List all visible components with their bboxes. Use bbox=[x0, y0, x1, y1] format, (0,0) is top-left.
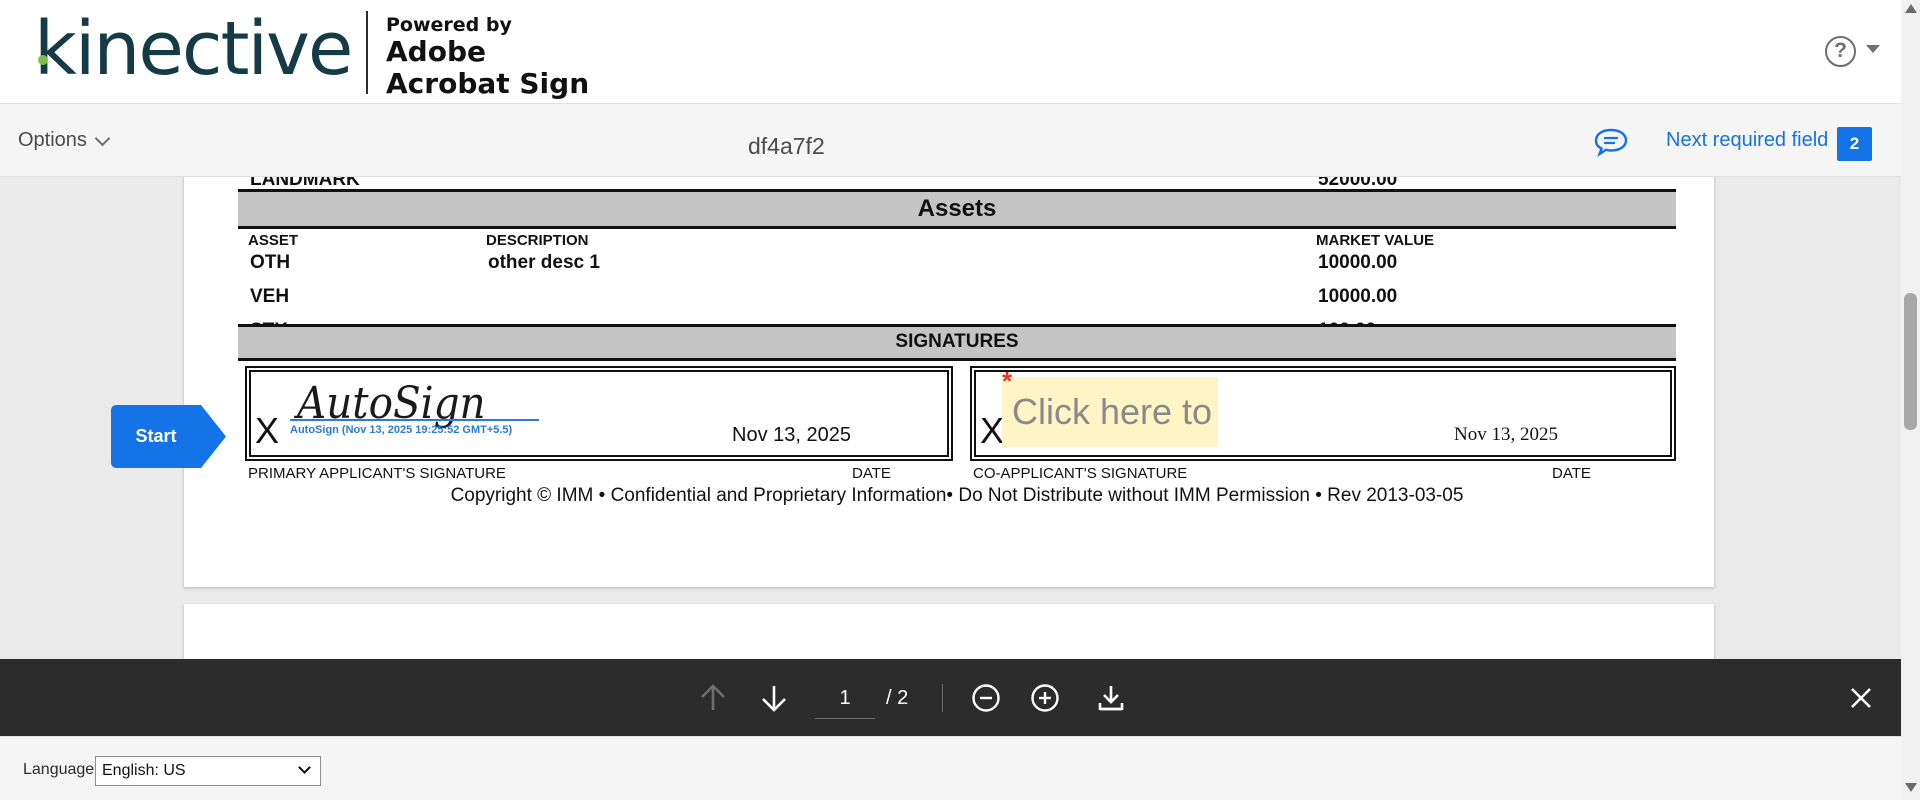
signature-x-mark: X bbox=[255, 410, 280, 451]
download-icon[interactable] bbox=[1096, 683, 1126, 713]
description-cell: other desc 1 bbox=[488, 252, 600, 273]
liability-row-cutoff: LANDMARK 52000.00 bbox=[238, 177, 1676, 185]
scroll-up-arrow-icon[interactable] bbox=[1905, 4, 1917, 13]
logo-dot bbox=[38, 55, 48, 65]
comment-bubble-icon[interactable] bbox=[1593, 127, 1629, 157]
cutoff-left-text: LANDMARK bbox=[250, 177, 360, 185]
language-select[interactable]: English: US bbox=[95, 756, 321, 786]
page-total: / 2 bbox=[886, 687, 909, 709]
co-applicant-signature-date: Nov 13, 2025 bbox=[1454, 424, 1558, 445]
required-marker: * bbox=[1002, 366, 1013, 396]
scrollbar-thumb[interactable] bbox=[1904, 293, 1917, 430]
co-applicant-date-label: DATE bbox=[1552, 465, 1591, 482]
copyright-notice: Copyright © IMM • Confidential and Propr… bbox=[450, 485, 1464, 506]
zoom-out-icon[interactable] bbox=[971, 683, 1001, 713]
page-navigation-bar: / 2 bbox=[0, 659, 1901, 736]
arrow-down-icon[interactable] bbox=[759, 683, 789, 713]
column-header-asset: ASSET bbox=[248, 232, 299, 249]
primary-signature-date: Nov 13, 2025 bbox=[732, 424, 851, 446]
asset-cell: OTH bbox=[250, 252, 291, 273]
signature-underline bbox=[290, 419, 539, 421]
document-page-1: LANDMARK 52000.00 Assets ASSET DESCRIPTI… bbox=[184, 177, 1714, 587]
signature-timestamp: AutoSign (Nov 13, 2025 19:25:52 GMT+5.5) bbox=[290, 424, 513, 436]
co-applicant-signature-field[interactable]: Click here to bbox=[1002, 377, 1218, 447]
adobe-sign-branding: Powered by Adobe Acrobat Sign bbox=[386, 14, 589, 100]
toolbar-divider bbox=[942, 684, 943, 712]
language-label: Language bbox=[23, 761, 95, 778]
co-applicant-signature-box: X Click here to * Nov 13, 2025 bbox=[970, 366, 1676, 461]
primary-signature-label: PRIMARY APPLICANT'S SIGNATURE bbox=[248, 465, 506, 482]
signatures-section-header: SIGNATURES bbox=[238, 327, 1676, 361]
zoom-in-icon[interactable] bbox=[1030, 683, 1060, 713]
vertical-scrollbar[interactable] bbox=[1901, 0, 1920, 800]
column-header-description: DESCRIPTION bbox=[486, 232, 589, 249]
document-title: df4a7f2 bbox=[748, 133, 825, 159]
powered-by-text: Powered by bbox=[386, 14, 512, 36]
column-header-market-value: MARKET VALUE bbox=[1316, 232, 1435, 249]
help-icon[interactable]: ? bbox=[1825, 36, 1856, 67]
arrow-up-icon[interactable] bbox=[698, 683, 728, 713]
page-footer: Language English: US bbox=[0, 736, 1901, 800]
chevron-down-icon[interactable] bbox=[94, 130, 111, 147]
page-number-input[interactable] bbox=[815, 679, 875, 719]
document-toolbar: Options df4a7f2 Next required field 2 bbox=[0, 104, 1901, 177]
brand-line-2: Acrobat Sign bbox=[386, 67, 590, 100]
app-header: kinective Powered by Adobe Acrobat Sign … bbox=[0, 0, 1901, 104]
assets-section-header: Assets bbox=[238, 192, 1676, 229]
primary-date-label: DATE bbox=[852, 465, 891, 482]
cutoff-right-text: 52000.00 bbox=[1318, 177, 1397, 185]
signature-x-mark: X bbox=[980, 410, 1005, 451]
asset-cell: VEH bbox=[250, 286, 290, 307]
primary-signature-box: X AutoSign AutoSign (Nov 13, 2025 19:25:… bbox=[245, 366, 953, 461]
help-menu-caret-icon[interactable] bbox=[1866, 45, 1880, 53]
logo-divider bbox=[366, 11, 368, 94]
required-field-count-badge[interactable]: 2 bbox=[1837, 127, 1872, 161]
next-required-field-button[interactable]: Next required field bbox=[1666, 129, 1828, 152]
close-icon[interactable] bbox=[1846, 683, 1876, 713]
co-applicant-signature-label: CO-APPLICANT'S SIGNATURE bbox=[973, 465, 1188, 482]
document-page-2 bbox=[184, 604, 1714, 659]
market-value-cell: 10000.00 bbox=[1318, 286, 1398, 307]
kinective-logo: kinective bbox=[34, 6, 353, 92]
start-button[interactable]: Start bbox=[111, 405, 201, 468]
autosign-signature: AutoSign bbox=[297, 378, 486, 429]
options-menu-button[interactable]: Options bbox=[18, 129, 87, 152]
document-viewport[interactable]: LANDMARK 52000.00 Assets ASSET DESCRIPTI… bbox=[0, 177, 1901, 659]
brand-line-1: Adobe bbox=[386, 35, 486, 68]
scroll-down-arrow-icon[interactable] bbox=[1905, 783, 1917, 792]
market-value-cell: 10000.00 bbox=[1318, 252, 1398, 273]
